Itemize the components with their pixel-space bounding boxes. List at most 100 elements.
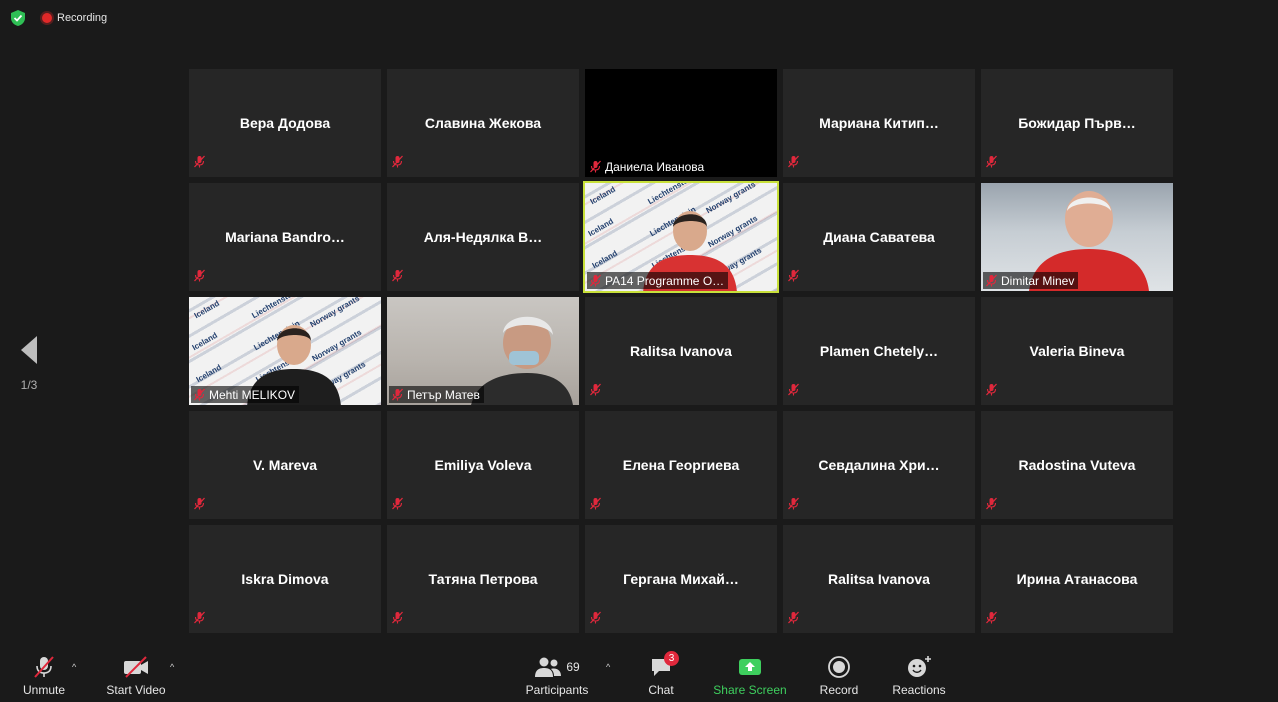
muted-mic-icon	[788, 155, 799, 168]
start-video-label: Start Video	[106, 683, 166, 697]
participant-tile[interactable]: Emiliya Voleva	[387, 411, 579, 519]
participant-name: Мариана Китип…	[819, 115, 939, 131]
participant-name: Mariana Bandro…	[225, 229, 345, 245]
participant-caption: Петър Матев	[389, 386, 484, 403]
participant-tile[interactable]: Вера Додова	[189, 69, 381, 177]
participant-caption: Dimitar Minev	[983, 272, 1079, 289]
participant-tile[interactable]: Iskra Dimova	[189, 525, 381, 633]
muted-mic-icon	[392, 388, 403, 401]
muted-mic-icon	[788, 497, 799, 510]
participant-caption: Даниела Иванова	[587, 158, 709, 175]
participant-name: Ирина Атанасова	[1016, 571, 1138, 587]
chat-unread-badge: 3	[664, 651, 679, 666]
muted-mic-icon	[590, 497, 601, 510]
participant-tile[interactable]: Iceland Liechtenstein Norway grants Iceland…	[189, 297, 381, 405]
muted-mic-icon	[392, 155, 403, 168]
participant-tile[interactable]: Plamen Chetely…	[783, 297, 975, 405]
page-navigation: 1/3	[14, 334, 44, 392]
muted-mic-icon	[194, 611, 205, 624]
participant-tile[interactable]: Dimitar Minev	[981, 183, 1173, 291]
record-label: Record	[819, 683, 859, 697]
muted-mic-icon	[392, 269, 403, 282]
participant-name: Севдалина Хри…	[818, 457, 940, 473]
participant-tile[interactable]: Севдалина Хри…	[783, 411, 975, 519]
participants-label: Participants	[525, 683, 589, 697]
reactions-label: Reactions	[892, 683, 946, 697]
muted-mic-icon	[788, 383, 799, 396]
unmute-button[interactable]: Unmute	[20, 654, 68, 697]
participant-name: Татяна Петрова	[428, 571, 538, 587]
participant-tile[interactable]: Петър Матев	[387, 297, 579, 405]
participant-tile[interactable]: Даниела Иванова	[585, 69, 777, 177]
participant-tile[interactable]: Iceland Liechtenstein Norway grants Iceland…	[583, 181, 779, 293]
participant-name: Emiliya Voleva	[434, 457, 532, 473]
muted-mic-icon	[986, 497, 997, 510]
recording-indicator[interactable]: Recording	[38, 8, 111, 28]
chat-label: Chat	[648, 683, 674, 697]
participant-name: Вера Додова	[239, 115, 331, 131]
participant-name: Петър Матев	[407, 387, 480, 402]
muted-mic-icon	[392, 497, 403, 510]
chat-button[interactable]: 3 Chat	[640, 651, 682, 697]
participant-tile[interactable]: Mariana Bandro…	[189, 183, 381, 291]
participant-caption: PA14 Programme O…	[587, 272, 729, 289]
participant-tile[interactable]: Диана Саватева	[783, 183, 975, 291]
recording-label: Recording	[57, 12, 108, 24]
participants-options-caret-icon[interactable]: ^	[606, 662, 610, 672]
muted-mic-icon	[788, 269, 799, 282]
muted-mic-icon	[194, 155, 205, 168]
reactions-button[interactable]: Reactions	[890, 654, 948, 697]
participant-name: Славина Жекова	[424, 115, 542, 131]
audio-options-caret-icon[interactable]: ^	[72, 662, 76, 672]
video-options-caret-icon[interactable]: ^	[170, 662, 174, 672]
muted-microphone-icon	[34, 656, 54, 678]
share-screen-label: Share Screen	[713, 683, 787, 697]
participant-tile[interactable]: Божидар Първ…	[981, 69, 1173, 177]
participant-name: Iskra Dimova	[241, 571, 329, 587]
muted-mic-icon	[590, 383, 601, 396]
participant-name: Ralitsa Ivanova	[828, 571, 930, 587]
participant-name: Елена Георгиева	[622, 457, 740, 473]
gallery-grid: Вера Додова Славина Жекова Даниела Иванова…	[189, 69, 1173, 633]
participant-tile[interactable]: Ralitsa Ivanova	[585, 297, 777, 405]
share-screen-button[interactable]: Share Screen	[712, 654, 788, 697]
muted-mic-icon	[590, 160, 601, 173]
participant-tile[interactable]: Гергана Михай…	[585, 525, 777, 633]
participant-name: Гергана Михай…	[623, 571, 739, 587]
participant-tile[interactable]: Елена Георгиева	[585, 411, 777, 519]
participant-tile[interactable]: Ralitsa Ivanova	[783, 525, 975, 633]
participant-name: Ralitsa Ivanova	[630, 343, 732, 359]
participants-button[interactable]: 69 Participants	[522, 654, 592, 697]
recording-dot-icon	[42, 13, 52, 23]
participant-tile[interactable]: Valeria Bineva	[981, 297, 1173, 405]
participant-tile[interactable]: Radostina Vuteva	[981, 411, 1173, 519]
participant-name: Диана Саватева	[823, 229, 935, 245]
muted-mic-icon	[986, 274, 997, 287]
participant-tile[interactable]: Мариана Китип…	[783, 69, 975, 177]
participant-caption: Mehti MELIKOV	[191, 386, 300, 403]
previous-page-arrow-icon[interactable]	[17, 334, 41, 366]
participant-name: Аля-Недялка В…	[423, 229, 543, 245]
participant-tile[interactable]: Славина Жекова	[387, 69, 579, 177]
muted-mic-icon	[194, 497, 205, 510]
muted-mic-icon	[590, 274, 601, 287]
record-button[interactable]: Record	[816, 654, 862, 697]
participant-tile[interactable]: V. Mareva	[189, 411, 381, 519]
start-video-button[interactable]: Start Video	[104, 654, 168, 697]
participants-count: 69	[566, 660, 580, 674]
muted-mic-icon	[194, 269, 205, 282]
participant-name: Mehti MELIKOV	[209, 387, 296, 402]
participant-tile[interactable]: Аля-Недялка В…	[387, 183, 579, 291]
participant-tile[interactable]: Ирина Атанасова	[981, 525, 1173, 633]
reactions-smiley-icon	[908, 656, 931, 677]
top-status-bar: Recording	[8, 8, 111, 28]
security-shield-icon[interactable]	[8, 8, 28, 28]
muted-mic-icon	[392, 611, 403, 624]
muted-mic-icon	[986, 383, 997, 396]
meeting-window: Recording 1/3 Вера Додова Славина Жекова Д…	[0, 0, 1278, 702]
muted-mic-icon	[986, 155, 997, 168]
muted-mic-icon	[986, 611, 997, 624]
participant-name: Valeria Bineva	[1029, 343, 1125, 359]
participant-tile[interactable]: Татяна Петрова	[387, 525, 579, 633]
muted-mic-icon	[194, 388, 205, 401]
